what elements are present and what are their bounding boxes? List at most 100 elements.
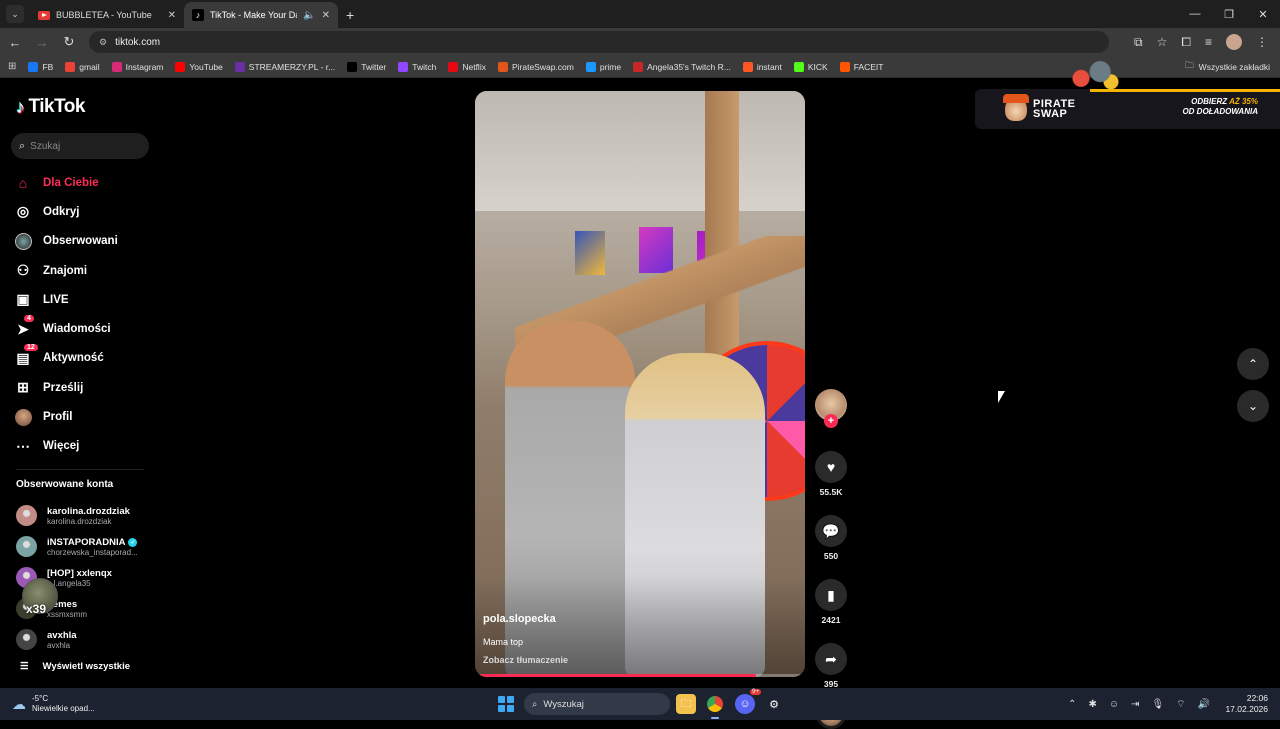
steam-icon[interactable]: ⚙ — [764, 694, 784, 714]
nav-item-więcej[interactable]: ⋯ Więcej — [14, 432, 118, 461]
apps-grid-icon[interactable]: ⊞ — [8, 61, 16, 72]
next-video-button[interactable]: ⌄ — [1237, 390, 1269, 422]
save-button[interactable]: ▮ — [815, 579, 847, 611]
taskbar-search[interactable]: ⌕ Wyszukaj — [524, 693, 670, 715]
tab-search-dropdown[interactable]: ⌄ — [6, 5, 24, 23]
video-player[interactable]: pola.slopecka Mama top Zobacz tłumaczeni… — [475, 91, 805, 677]
discord-icon[interactable]: ☺ 9+ — [735, 689, 761, 714]
bookmark-favicon-icon — [839, 61, 850, 72]
chrome-logo — [707, 696, 723, 712]
extensions-icon[interactable]: ⧠ — [1181, 35, 1191, 50]
see-translation-button[interactable]: Zobacz tłumaczenie — [483, 655, 568, 665]
all-bookmarks-label: Wszystkie zakładki — [1198, 61, 1270, 72]
author-avatar[interactable]: + — [815, 389, 847, 428]
tiktok-logo[interactable]: ♪ TikTok — [16, 96, 85, 118]
new-tab-button[interactable]: + — [346, 7, 354, 23]
media-control-icon[interactable]: ≡ — [1205, 35, 1212, 49]
search-input[interactable]: ⌕ Szukaj — [11, 133, 149, 159]
followed-account[interactable]: iNSTAPORADNIA ✓ chorzewska_instaporad... — [16, 531, 142, 562]
nav-item-obserwowani[interactable]: Obserwowani — [14, 227, 118, 256]
nav-label: Dla Ciebie — [43, 176, 99, 189]
toolbar-right: ⧉ ☆ ⧠ ≡ ⋮ — [1134, 28, 1280, 56]
save-count: 2421 — [821, 615, 841, 625]
close-tab-icon[interactable]: ✕ — [168, 10, 176, 21]
nav-item-wiadomości[interactable]: ➤ 4 Wiadomości — [14, 314, 118, 343]
reload-button[interactable]: ↻ — [57, 34, 81, 50]
bookmark-item[interactable]: STREAMERZY.PL - r... — [234, 61, 335, 72]
see-all-label: Wyświetl wszystkie — [42, 661, 131, 672]
close-window-button[interactable]: ✕ — [1246, 0, 1280, 28]
bookmark-label: prime — [599, 61, 622, 72]
bookmark-label: instant — [756, 61, 782, 72]
video-author[interactable]: pola.slopecka — [483, 613, 556, 625]
notification-badge: 4 — [24, 315, 34, 323]
restore-button[interactable]: ❐ — [1212, 0, 1246, 28]
share-button[interactable]: ➦ — [815, 643, 847, 675]
nav-item-znajomi[interactable]: ⚇ Znajomi — [14, 256, 118, 285]
all-bookmarks-button[interactable]: 🗀 Wszystkie zakładki — [1185, 60, 1270, 74]
bookmark-item[interactable]: instant — [742, 61, 782, 72]
bookmark-favicon-icon — [347, 61, 358, 72]
bookmark-item[interactable]: gmail — [65, 61, 100, 72]
speaker-icon[interactable]: 🔈 — [303, 10, 315, 21]
bookmark-item[interactable]: Angela35's Twitch R... — [633, 61, 731, 72]
bookmark-item[interactable]: Twitter — [347, 61, 386, 72]
nav-item-odkryj[interactable]: ◎ Odkryj — [14, 197, 118, 226]
file-explorer-icon[interactable]: 🗀 — [676, 694, 696, 714]
clock[interactable]: 22:06 17.02.2026 — [1225, 693, 1268, 715]
main-nav: ⌂ Dla Ciebie ◎ Odkryj Obserwowani ⚇ Znajomi ▣ LI… — [14, 168, 118, 461]
previous-video-button[interactable]: ⌃ — [1237, 348, 1269, 380]
site-info-icon[interactable]: ⚙ — [99, 37, 107, 48]
bookmark-item[interactable]: FACEIT — [839, 61, 883, 72]
discord-tray-icon[interactable]: ☺ — [1109, 699, 1119, 710]
bookmark-label: FB — [42, 61, 54, 72]
video-progress-bar[interactable] — [475, 674, 805, 677]
follow-plus-icon[interactable]: + — [824, 414, 838, 428]
volume-icon[interactable]: 🔊 — [1198, 699, 1210, 710]
account-name: [HOP] xxlenqx — [47, 567, 112, 579]
chrome-icon[interactable] — [705, 694, 725, 719]
tab-tiktok[interactable]: ♪ TikTok - Make Your Day 🔈 ✕ — [184, 2, 338, 28]
nav-item-aktywność[interactable]: ▤ 12 Aktywność — [14, 344, 118, 373]
bookmark-item[interactable]: Instagram — [111, 61, 163, 72]
app-tray-icon[interactable]: ⇥ — [1131, 699, 1139, 710]
start-button[interactable] — [498, 696, 514, 712]
followed-account[interactable]: karolina.drozdziak karolina.drozdziak — [16, 500, 142, 531]
minimize-button[interactable]: — — [1178, 0, 1212, 28]
bluetooth-icon[interactable]: ✱ — [1088, 699, 1096, 710]
chevron-up-icon[interactable]: ⌃ — [1068, 699, 1076, 710]
like-button[interactable]: ♥ — [815, 451, 847, 483]
bookmark-item[interactable]: FB — [28, 61, 54, 72]
comment-button[interactable]: 💬 — [815, 515, 847, 547]
bookmark-label: PirateSwap.com — [511, 61, 574, 72]
close-tab-icon[interactable]: ✕ — [322, 10, 330, 21]
see-all-button[interactable]: ☰ Wyświetl wszystkie — [20, 661, 130, 672]
bookmark-star-icon[interactable]: ☆ — [1157, 35, 1168, 49]
back-button[interactable]: ← — [3, 35, 27, 50]
install-app-icon[interactable]: ⧉ — [1134, 35, 1143, 50]
nav-item-prześlij[interactable]: ⊞ Prześlij — [14, 373, 118, 402]
windows-taskbar: ☁ -5°C Niewielkie opad... ⌕ Wyszukaj 🗀 ☺… — [0, 688, 1280, 720]
followed-account[interactable]: avxhla avxhla — [16, 624, 142, 655]
weather-widget[interactable]: ☁ -5°C Niewielkie opad... — [12, 694, 95, 714]
nav-item-profil[interactable]: Profil — [14, 402, 118, 431]
following-avatar-icon — [14, 232, 32, 250]
bookmark-favicon-icon — [175, 61, 186, 72]
bookmark-item[interactable]: PirateSwap.com — [497, 61, 574, 72]
wifi-icon[interactable]: ⌔ — [1176, 698, 1185, 711]
menu-icon[interactable]: ⋮ — [1256, 35, 1268, 49]
tab-youtube[interactable]: BUBBLETEA - YouTube ✕ — [30, 2, 184, 28]
compass-icon: ◎ — [16, 203, 30, 220]
forward-button[interactable]: → — [30, 35, 54, 50]
url-input[interactable]: ⚙ tiktok.com — [89, 31, 1109, 53]
bookmark-item[interactable]: Twitch — [398, 61, 436, 72]
nav-item-dla-ciebie[interactable]: ⌂ Dla Ciebie — [14, 168, 118, 197]
bookmark-item[interactable]: Netflix — [448, 61, 486, 72]
pirateswap-ad-banner[interactable]: PIRATE SWAP ODBIERZ AŻ 35% OD DOŁADOWANI… — [975, 89, 1280, 129]
bookmark-item[interactable]: YouTube — [175, 61, 223, 72]
bookmark-item[interactable]: prime — [585, 61, 622, 72]
bookmark-item[interactable]: KICK — [793, 61, 828, 72]
nav-item-live[interactable]: ▣ LIVE — [14, 285, 118, 314]
microphone-icon[interactable]: 🎙 — [1151, 699, 1164, 710]
profile-avatar[interactable] — [1226, 34, 1242, 50]
